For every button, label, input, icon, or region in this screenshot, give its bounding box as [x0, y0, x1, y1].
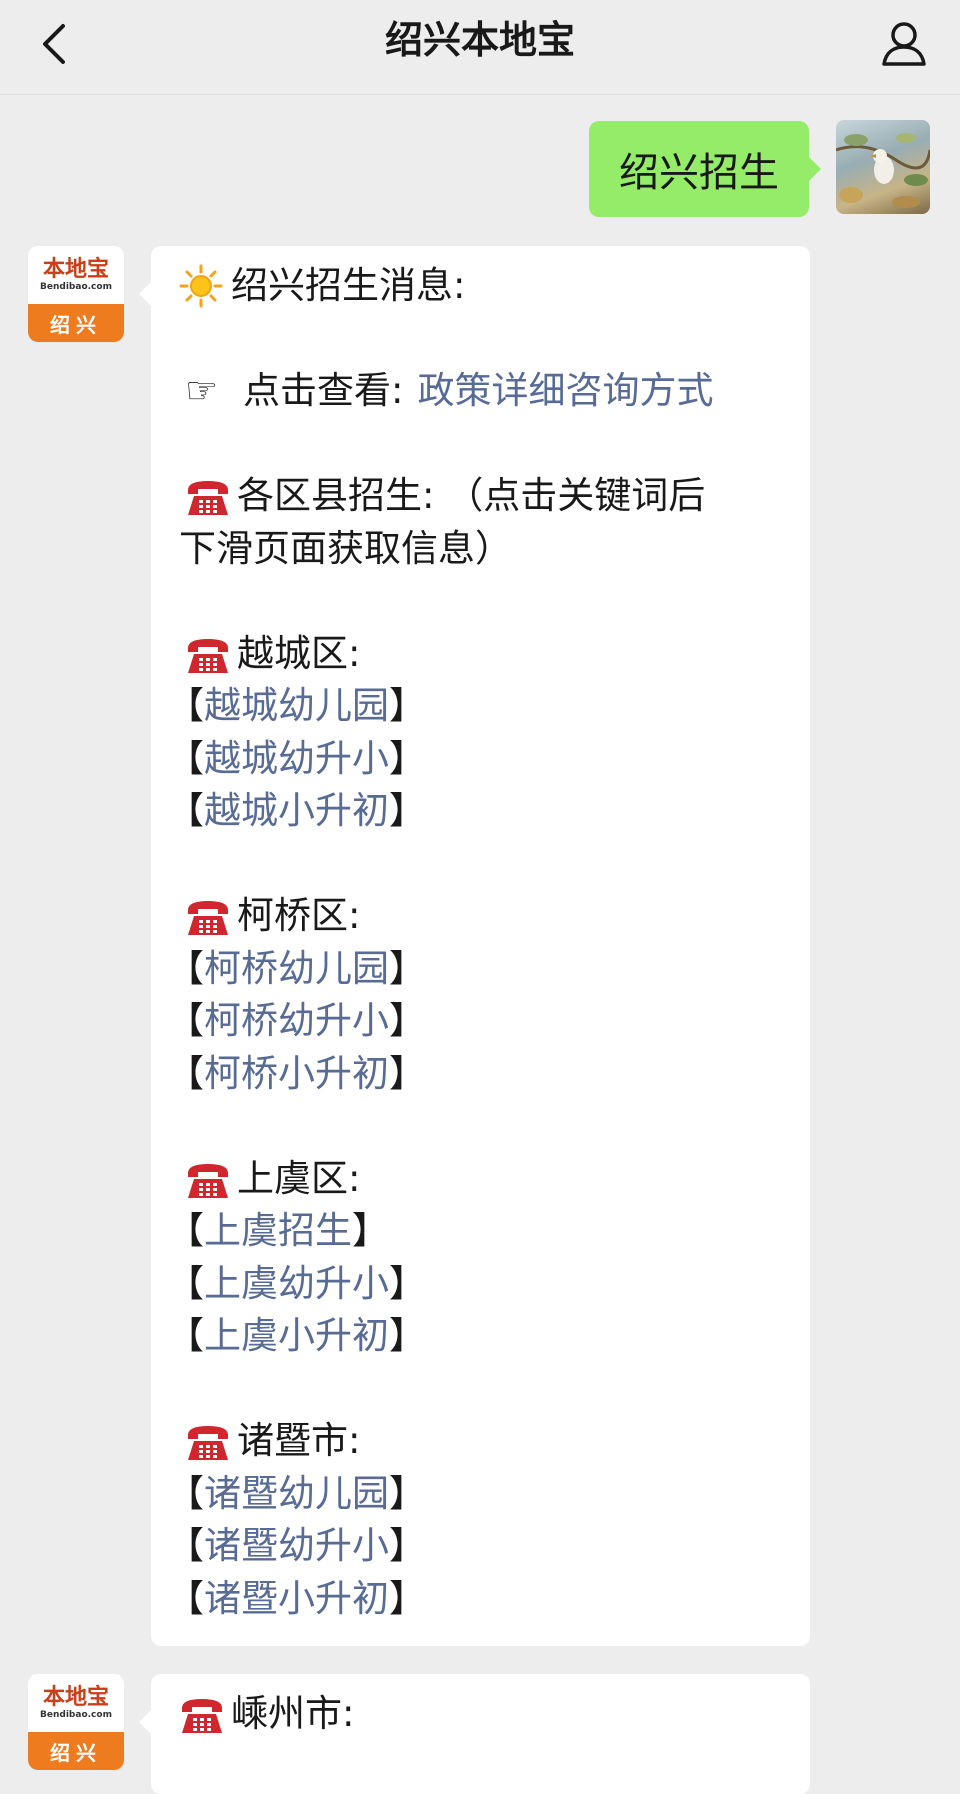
district-link-item: 【上虞小升初】: [167, 1314, 426, 1357]
district-link-item: 【柯桥小升初】: [167, 1051, 426, 1095]
district-link[interactable]: 上虞招生: [204, 1209, 352, 1252]
logo-city: 绍兴: [28, 304, 124, 342]
logo-subtext: Bendibao.com: [40, 1710, 112, 1720]
district-link[interactable]: 越城小升初: [204, 789, 389, 832]
district-link-item: 【上虞招生】: [167, 1209, 389, 1252]
district-link[interactable]: 上虞幼升小: [204, 1262, 389, 1305]
top-bar: 绍兴本地宝: [0, 0, 960, 95]
district-link[interactable]: 柯桥幼升小: [204, 999, 389, 1042]
outgoing-message-text: 绍兴招生: [619, 150, 779, 196]
district-link-item: 【上虞幼升小】: [167, 1261, 426, 1305]
district-intro-line-2: 下滑页面获取信息）: [179, 526, 512, 570]
outgoing-message-bubble[interactable]: 绍兴招生: [589, 121, 821, 217]
profile-button[interactable]: [874, 14, 934, 74]
district-heading: 柯桥区:: [179, 890, 784, 943]
district-link[interactable]: 诸暨小升初: [204, 1577, 389, 1620]
district-heading: 上虞区:: [179, 1153, 784, 1206]
message-heading-line: 绍兴招生消息:: [179, 260, 784, 313]
telephone-icon: [188, 638, 228, 673]
district-intro-line: 各区县招生: （点击关键词后: [179, 470, 784, 523]
district-link[interactable]: 诸暨幼升小: [204, 1524, 389, 1567]
logo-text: 本地宝: [42, 1684, 109, 1710]
district-link[interactable]: 诸暨幼儿园: [204, 1472, 389, 1515]
pointing-hand-icon: ☞: [185, 369, 219, 412]
policy-consult-link[interactable]: 政策详细咨询方式: [417, 369, 713, 412]
district-heading: 越城区:: [179, 628, 784, 681]
district-name: 诸暨市:: [237, 1419, 361, 1462]
bird-photo-image: [836, 133, 930, 208]
district-name: 上虞区:: [237, 1156, 361, 1200]
bot-avatar[interactable]: 本地宝 Bendibao.com 绍兴: [28, 246, 124, 342]
sun-icon: [179, 264, 223, 308]
district-link-item: 【柯桥幼儿园】: [167, 946, 426, 990]
district-heading: 诸暨市:: [179, 1415, 784, 1468]
user-avatar[interactable]: [836, 120, 930, 214]
district-link-item: 【诸暨小升初】: [167, 1576, 426, 1620]
incoming-message-bubble: 绍兴招生消息: ☞ 点击查看: 政策详细咨询方式 各区县招生: （点击关键词后 下滑…: [139, 246, 810, 1646]
district-name: 越城区:: [237, 631, 361, 675]
telephone-icon: [188, 481, 228, 515]
district-name: 嵊州市:: [231, 1692, 355, 1735]
district-link[interactable]: 越城幼升小: [204, 737, 389, 780]
view-policy-line: ☞ 点击查看: 政策详细咨询方式: [179, 365, 784, 418]
district-link[interactable]: 柯桥小升初: [204, 1052, 389, 1095]
incoming-message-bubble: 嵊州市:: [139, 1674, 810, 1794]
telephone-icon: [188, 1426, 228, 1460]
logo-subtext: Bendibao.com: [40, 282, 112, 292]
district-heading: 嵊州市:: [179, 1688, 784, 1741]
district-link-item: 【诸暨幼儿园】: [167, 1471, 426, 1515]
district-link[interactable]: 上虞小升初: [204, 1314, 389, 1357]
district-intro-text: 各区县招生: （点击关键词后: [237, 474, 706, 517]
logo-text: 本地宝: [42, 256, 109, 282]
district-link[interactable]: 越城幼儿园: [204, 684, 389, 727]
person-icon: [882, 22, 926, 66]
message-heading: 绍兴招生消息:: [231, 264, 466, 307]
district-link-item: 【越城小升初】: [167, 789, 426, 832]
chat-title: 绍兴本地宝: [384, 18, 575, 62]
telephone-icon: [188, 901, 228, 935]
district-link-item: 【柯桥幼升小】: [167, 999, 426, 1042]
district-link-item: 【越城幼升小】: [167, 736, 426, 780]
logo-city: 绍兴: [28, 1732, 124, 1770]
bot-avatar[interactable]: 本地宝 Bendibao.com 绍兴: [28, 1674, 124, 1770]
telephone-icon: [182, 1699, 222, 1733]
telephone-icon: [188, 1163, 228, 1198]
district-link-item: 【诸暨幼升小】: [167, 1524, 426, 1567]
view-label: 点击查看:: [243, 369, 404, 412]
district-link[interactable]: 柯桥幼儿园: [204, 947, 389, 990]
district-name: 柯桥区:: [237, 894, 361, 937]
district-link-item: 【越城幼儿园】: [167, 684, 426, 727]
